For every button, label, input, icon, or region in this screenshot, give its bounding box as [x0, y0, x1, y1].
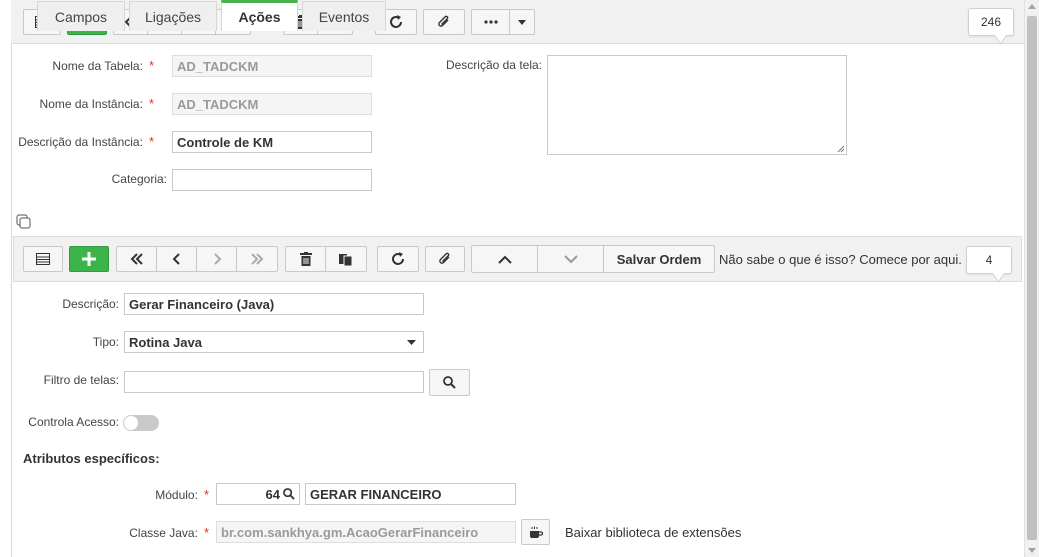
- module-code-value: 64: [265, 486, 280, 502]
- sub-first-record-button[interactable]: [117, 247, 157, 271]
- screen-filter-label: Filtro de telas:: [43, 373, 119, 387]
- double-chevron-right-icon: [251, 253, 264, 265]
- more-dropdown-button[interactable]: [510, 10, 534, 34]
- sub-add-button[interactable]: [69, 246, 109, 272]
- description-label: Descrição:: [62, 297, 119, 311]
- move-down-button[interactable]: [538, 246, 604, 272]
- description-field[interactable]: Gerar Financeiro (Java): [124, 293, 424, 315]
- download-extensions-label: Baixar biblioteca de extensões: [565, 525, 742, 540]
- download-extensions-button[interactable]: [521, 519, 550, 545]
- save-order-button[interactable]: Salvar Ordem: [604, 246, 714, 272]
- refresh-icon: [390, 15, 402, 28]
- instance-description-field[interactable]: Controle de KM: [172, 131, 372, 153]
- screen-filter-search-button[interactable]: [429, 369, 470, 396]
- screen-description-label: Descrição da tela:: [445, 58, 542, 72]
- grid-icon: [36, 253, 50, 265]
- chevron-up-icon: [497, 255, 512, 264]
- sub-attach-button[interactable]: [425, 246, 465, 272]
- sub-refresh-button[interactable]: [377, 246, 419, 272]
- coffee-cup-icon: [529, 526, 543, 538]
- search-icon: [443, 376, 456, 389]
- java-class-label: Classe Java: *: [129, 525, 209, 540]
- tab-acoes[interactable]: Ações: [221, 0, 298, 31]
- search-icon[interactable]: [283, 488, 295, 500]
- paperclip-icon: [439, 252, 450, 264]
- screen-filter-field[interactable]: [124, 371, 424, 393]
- screen-description-field[interactable]: [547, 55, 847, 155]
- specific-attributes-title: Atributos específicos:: [23, 451, 160, 466]
- resize-handle-icon[interactable]: [837, 145, 845, 153]
- instance-name-field[interactable]: AD_TADCKM: [172, 93, 372, 115]
- tab-ligacoes[interactable]: Ligações: [129, 1, 217, 31]
- scroll-down-icon[interactable]: [1028, 548, 1036, 553]
- paperclip-icon: [438, 15, 449, 27]
- type-label: Tipo:: [92, 335, 119, 349]
- category-label: Categoria:: [111, 172, 167, 186]
- access-control-toggle[interactable]: [123, 415, 159, 431]
- caret-down-icon: [518, 19, 526, 25]
- sub-next-record-button[interactable]: [197, 247, 237, 271]
- instance-description-label: Descrição da Instância: *: [18, 134, 154, 149]
- ellipsis-icon: [483, 20, 498, 24]
- attach-button[interactable]: [423, 9, 465, 35]
- chevron-left-icon: [172, 253, 180, 265]
- tab-eventos[interactable]: Eventos: [302, 1, 386, 31]
- trash-icon: [299, 252, 312, 266]
- sub-previous-record-button[interactable]: [157, 247, 197, 271]
- category-field[interactable]: [172, 169, 372, 191]
- module-label: Módulo: *: [155, 487, 209, 502]
- sub-grid-view-button[interactable]: [23, 246, 63, 272]
- sub-duplicate-button[interactable]: [326, 247, 366, 271]
- copy-icon: [339, 254, 353, 266]
- collapse-panel-icon[interactable]: [16, 214, 32, 230]
- access-control-label: Controla Acesso:: [28, 415, 119, 429]
- record-counter: 246: [968, 8, 1014, 36]
- module-code-field[interactable]: 64: [216, 483, 300, 505]
- move-up-button[interactable]: [472, 246, 538, 272]
- more-actions: [471, 9, 535, 35]
- java-class-field[interactable]: br.com.sankhya.gm.AcaoGerarFinanceiro: [216, 521, 516, 543]
- help-link[interactable]: Não sabe o que é isso? Comece por aqui.: [719, 252, 962, 267]
- scrollbar-thumb[interactable]: [1027, 16, 1037, 540]
- sub-last-record-button[interactable]: [237, 247, 277, 271]
- type-select-value: Rotina Java: [129, 334, 202, 350]
- chevron-down-icon: [563, 254, 578, 263]
- instance-name-label: Nome da Instância: *: [39, 96, 154, 111]
- double-chevron-left-icon: [130, 253, 143, 265]
- more-button[interactable]: [472, 10, 510, 34]
- tab-campos[interactable]: Campos: [37, 1, 125, 31]
- order-buttons: Salvar Ordem: [471, 245, 715, 273]
- scroll-up-icon[interactable]: [1028, 4, 1036, 9]
- caret-down-icon: [407, 340, 416, 345]
- plus-icon: [82, 252, 96, 266]
- type-select[interactable]: Rotina Java: [124, 331, 424, 353]
- sub-delete-button[interactable]: [286, 247, 326, 271]
- sub-record-navigation: [116, 246, 278, 272]
- module-name-field[interactable]: GERAR FINANCEIRO: [305, 483, 516, 505]
- chevron-right-icon: [213, 253, 221, 265]
- table-name-label: Nome da Tabela: *: [52, 58, 154, 73]
- table-name-field[interactable]: AD_TADCKM: [172, 55, 372, 77]
- sub-record-counter: 4: [966, 246, 1012, 274]
- refresh-icon: [392, 252, 404, 265]
- sub-record-actions: [285, 246, 367, 272]
